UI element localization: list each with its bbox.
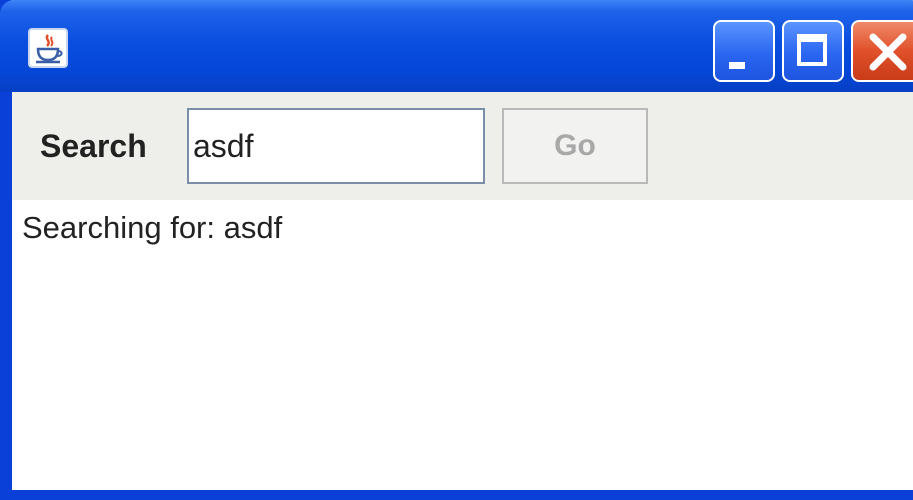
java-coffee-cup-icon[interactable] [28,28,68,68]
minimize-button[interactable] [713,20,775,82]
close-icon [869,33,907,71]
status-text: Searching for: asdf [22,210,283,245]
title-bar[interactable] [0,0,913,92]
search-input[interactable] [187,108,485,184]
maximize-button[interactable] [782,20,844,82]
minimize-icon [729,62,745,69]
search-label: Search [40,128,147,164]
application-window: Search Go Searching for: asdf [0,0,913,500]
results-area: Searching for: asdf [12,200,913,490]
maximize-icon [797,34,827,66]
search-toolbar: Search Go [12,92,913,200]
go-button[interactable]: Go [502,108,648,184]
close-button[interactable] [851,20,913,82]
